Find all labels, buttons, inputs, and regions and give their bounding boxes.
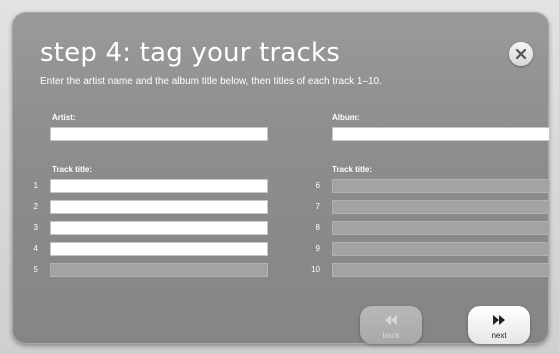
track-number: 9 (315, 244, 320, 253)
page: step 4: tag your tracks Enter the artist… (0, 0, 559, 354)
next-button[interactable]: next (468, 306, 530, 344)
back-button[interactable]: back (360, 306, 422, 344)
rewind-icon (384, 310, 398, 329)
track-title-input-3[interactable] (50, 221, 268, 235)
track-number: 7 (315, 202, 320, 211)
track-number: 5 (33, 265, 38, 274)
dialog-instructions: Enter the artist name and the album titl… (40, 76, 382, 87)
track-title-input-4[interactable] (50, 242, 268, 256)
track-title-input-9 (332, 242, 550, 256)
track-number: 6 (315, 181, 320, 190)
track-title-label-right: Track title: (332, 165, 373, 174)
album-label: Album: (332, 113, 360, 122)
dialog-header: step 4: tag your tracks Enter the artist… (40, 38, 510, 90)
album-input[interactable] (332, 127, 550, 141)
track-title-input-7 (332, 200, 550, 214)
track-title-label-left: Track title: (52, 165, 93, 174)
dialog-title: step 4: tag your tracks (40, 38, 341, 68)
track-title-input-8 (332, 221, 550, 235)
track-number: 1 (33, 181, 38, 190)
artist-label: Artist: (52, 113, 76, 122)
next-button-label: next (491, 331, 507, 340)
track-title-input-6 (332, 179, 550, 193)
close-button[interactable] (509, 42, 533, 66)
track-number: 4 (33, 244, 38, 253)
track-title-input-1[interactable] (50, 179, 268, 193)
track-number: 3 (33, 223, 38, 232)
fast-forward-icon (492, 310, 506, 329)
artist-input[interactable] (50, 127, 268, 141)
track-number: 2 (33, 202, 38, 211)
track-title-input-2[interactable] (50, 200, 268, 214)
track-title-input-5 (50, 263, 268, 277)
track-number: 10 (311, 265, 320, 274)
track-number: 8 (315, 223, 320, 232)
track-title-input-10 (332, 263, 550, 277)
tag-tracks-dialog: step 4: tag your tracks Enter the artist… (12, 12, 550, 344)
back-button-label: back (382, 331, 400, 340)
close-icon (515, 48, 527, 60)
